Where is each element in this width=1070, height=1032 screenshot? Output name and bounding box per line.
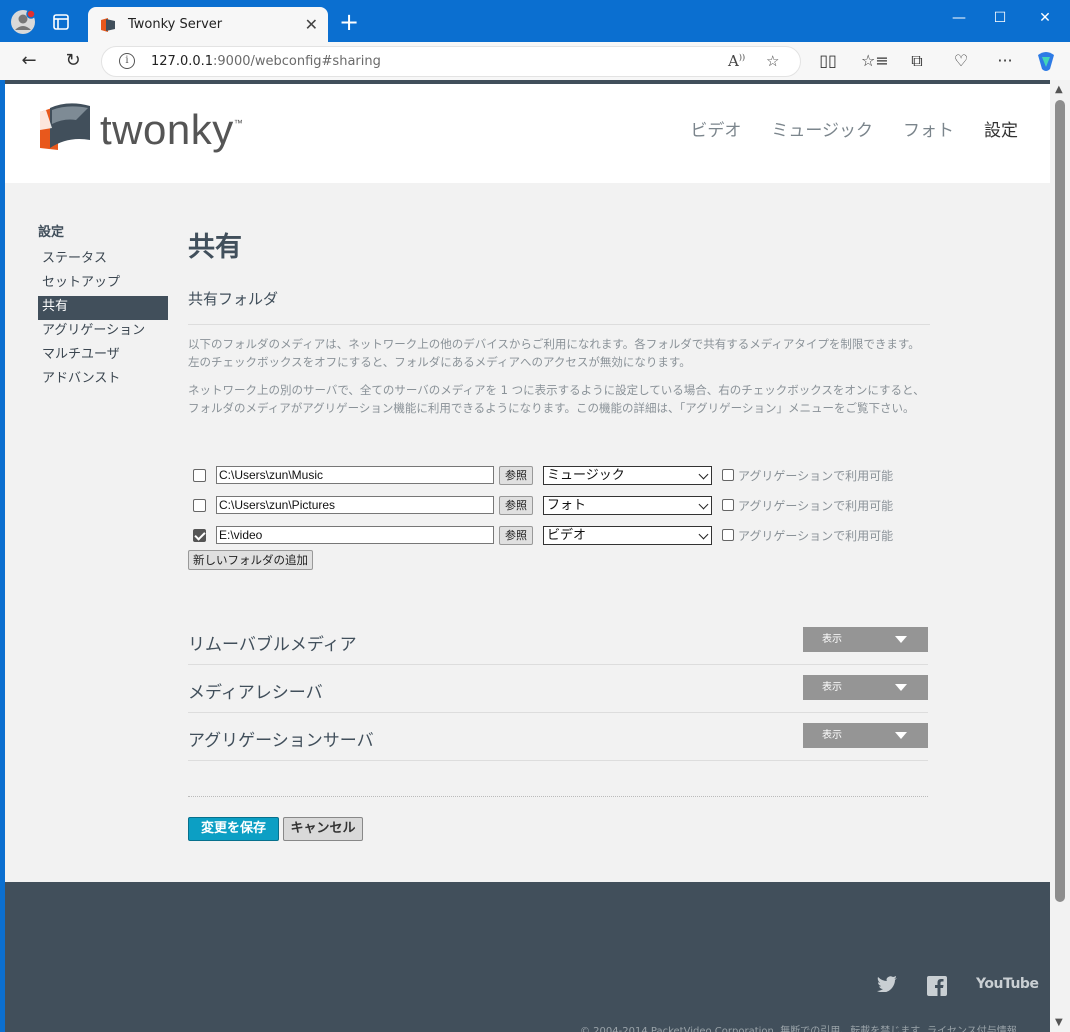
show-toggle-button[interactable]: 表示 — [803, 675, 928, 700]
sidebar-item-setup[interactable]: セットアップ — [38, 272, 168, 296]
twonky-logo-text: twonky™ — [100, 106, 244, 153]
folder-row: C:\Users\zun\Music 参照 ミュージック アグリゲーションで利用… — [188, 464, 893, 486]
read-aloud-icon[interactable]: A)) — [728, 52, 745, 70]
folder-enable-checkbox[interactable] — [193, 498, 206, 512]
address-toolbar: ← ↻ i 127.0.0.1:9000/webconfig#sharing A… — [0, 42, 1070, 80]
chevron-down-icon — [698, 469, 709, 479]
top-navigation: ビデオ ミュージック フォト 設定 — [690, 116, 1018, 141]
sidebar-item-multiuser[interactable]: マルチユーザ — [38, 344, 168, 368]
section-label: アグリゲーションサーバ — [188, 731, 374, 751]
back-icon[interactable]: ← — [16, 49, 42, 73]
page-title: 共有 — [188, 232, 242, 263]
aggregation-checkbox[interactable] — [722, 499, 734, 511]
browser-tab[interactable]: Twonky Server ✕ — [88, 7, 328, 42]
site-header: twonky™ ビデオ ミュージック フォト 設定 — [5, 84, 1050, 183]
folder-row: C:\Users\zun\Pictures 参照 フォト アグリゲーションで利用… — [188, 494, 893, 516]
sidebar-item-sharing[interactable]: 共有 — [38, 296, 168, 320]
twitter-icon[interactable] — [877, 976, 897, 996]
site-footer: YouTube © 2004-2014 PacketVideo Corporat… — [5, 882, 1050, 1032]
aggregation-checkbox[interactable] — [722, 529, 734, 541]
twonky-logo-icon[interactable] — [38, 100, 92, 156]
webpage: twonky™ ビデオ ミュージック フォト 設定 設定 ステータス セットアッ… — [5, 80, 1050, 1032]
chevron-down-icon — [698, 499, 709, 509]
media-type-select[interactable]: ミュージック — [543, 465, 712, 485]
description-paragraph-2: ネットワーク上の別のサーバで、全てのサーバのメディアを 1 つに表示するように設… — [188, 383, 925, 415]
show-toggle-button[interactable]: 表示 — [803, 723, 928, 748]
split-screen-icon[interactable]: ▯▯ — [816, 51, 840, 70]
url-bar[interactable]: i 127.0.0.1:9000/webconfig#sharing A)) ☆ — [101, 46, 801, 77]
favorite-star-icon[interactable]: ☆ — [766, 52, 779, 70]
section-label: メディアレシーバ — [188, 683, 323, 703]
media-type-select[interactable]: ビデオ — [543, 525, 712, 545]
youtube-icon[interactable]: YouTube — [976, 976, 1039, 992]
settings-sidebar: 設定 ステータス セットアップ 共有 アグリゲーション マルチユーザ アドバンス… — [38, 221, 168, 392]
aggregation-server-section: アグリゲーションサーバ 表示 — [188, 713, 928, 761]
browse-button[interactable]: 参照 — [499, 465, 533, 485]
add-folder-button[interactable]: 新しいフォルダの追加 — [188, 550, 313, 570]
nav-video[interactable]: ビデオ — [690, 116, 741, 141]
folder-enable-checkbox[interactable] — [193, 528, 206, 542]
show-toggle-button[interactable]: 表示 — [803, 627, 928, 652]
sidebar-item-status[interactable]: ステータス — [38, 248, 168, 272]
url-text: 127.0.0.1:9000/webconfig#sharing — [151, 54, 381, 69]
folder-path-input[interactable]: C:\Users\zun\Pictures — [216, 496, 494, 514]
section-label: リムーバブルメディア — [188, 635, 357, 655]
aggregation-label: アグリゲーションで利用可能 — [738, 498, 894, 513]
folder-row: E:\video 参照 ビデオ アグリゲーションで利用可能 — [188, 524, 893, 546]
maximize-icon[interactable]: ☐ — [985, 10, 1015, 26]
description-paragraph-1: 以下のフォルダのメディアは、ネットワーク上の他のデバイスからご利用になれます。各… — [188, 337, 920, 369]
nav-photo[interactable]: フォト — [903, 116, 954, 141]
triangle-down-icon — [895, 636, 907, 643]
removable-media-section: リムーバブルメディア 表示 — [188, 617, 928, 665]
browse-button[interactable]: 参照 — [499, 495, 533, 515]
copyright-text: © 2004-2014 PacketVideo Corporation. 無断で… — [580, 1026, 921, 1032]
tab-title: Twonky Server — [128, 17, 223, 32]
scroll-up-arrow-icon[interactable]: ▲ — [1055, 84, 1063, 95]
collections-icon[interactable]: ⧉ — [905, 51, 929, 71]
shared-folders-heading: 共有フォルダ — [188, 288, 930, 325]
divider — [188, 796, 928, 797]
scroll-thumb[interactable] — [1055, 100, 1065, 902]
folder-path-input[interactable]: C:\Users\zun\Music — [216, 466, 494, 484]
aggregation-label: アグリゲーションで利用可能 — [738, 468, 894, 483]
cancel-button[interactable]: キャンセル — [283, 817, 363, 841]
folder-enable-checkbox[interactable] — [193, 468, 206, 482]
triangle-down-icon — [895, 732, 907, 739]
tab-actions-icon[interactable] — [48, 9, 74, 35]
page-scrollbar[interactable]: ▲ ▼ — [1050, 80, 1070, 1032]
save-changes-button[interactable]: 変更を保存 — [188, 817, 279, 841]
media-receiver-section: メディアレシーバ 表示 — [188, 665, 928, 713]
facebook-icon[interactable] — [927, 976, 947, 1000]
site-info-icon[interactable]: i — [119, 53, 135, 69]
license-link[interactable]: ライセンス付与情報 — [927, 1022, 1017, 1032]
main-content: 共有 共有フォルダ 以下のフォルダのメディアは、ネットワーク上の他のデバイスから… — [188, 225, 930, 841]
sidebar-item-aggregation[interactable]: アグリゲーション — [38, 320, 168, 344]
close-window-icon[interactable]: ✕ — [1030, 10, 1060, 26]
profile-icon[interactable] — [10, 9, 36, 35]
chevron-down-icon — [698, 529, 709, 539]
more-menu-icon[interactable]: ··· — [993, 51, 1017, 70]
folder-path-input[interactable]: E:\video — [216, 526, 494, 544]
browser-titlebar: Twonky Server ✕ + — ☐ ✕ — [0, 0, 1070, 42]
close-tab-icon[interactable]: ✕ — [305, 15, 318, 34]
minimize-icon[interactable]: — — [944, 10, 974, 26]
scroll-down-arrow-icon[interactable]: ▼ — [1055, 1017, 1063, 1028]
copilot-icon[interactable] — [1034, 51, 1058, 77]
nav-settings[interactable]: 設定 — [984, 116, 1018, 141]
sidebar-item-advanced[interactable]: アドバンスト — [38, 368, 168, 392]
triangle-down-icon — [895, 684, 907, 691]
browse-button[interactable]: 参照 — [499, 525, 533, 545]
sidebar-title: 設定 — [38, 225, 65, 240]
nav-music[interactable]: ミュージック — [771, 116, 873, 141]
favorites-icon[interactable]: ☆≡ — [861, 51, 889, 70]
twonky-favicon — [101, 17, 115, 32]
aggregation-label: アグリゲーションで利用可能 — [738, 528, 894, 543]
new-tab-icon[interactable]: + — [336, 9, 362, 35]
aggregation-checkbox[interactable] — [722, 469, 734, 481]
media-type-select[interactable]: フォト — [543, 495, 712, 515]
refresh-icon[interactable]: ↻ — [60, 49, 86, 73]
browser-essentials-icon[interactable]: ♡ — [949, 51, 973, 70]
